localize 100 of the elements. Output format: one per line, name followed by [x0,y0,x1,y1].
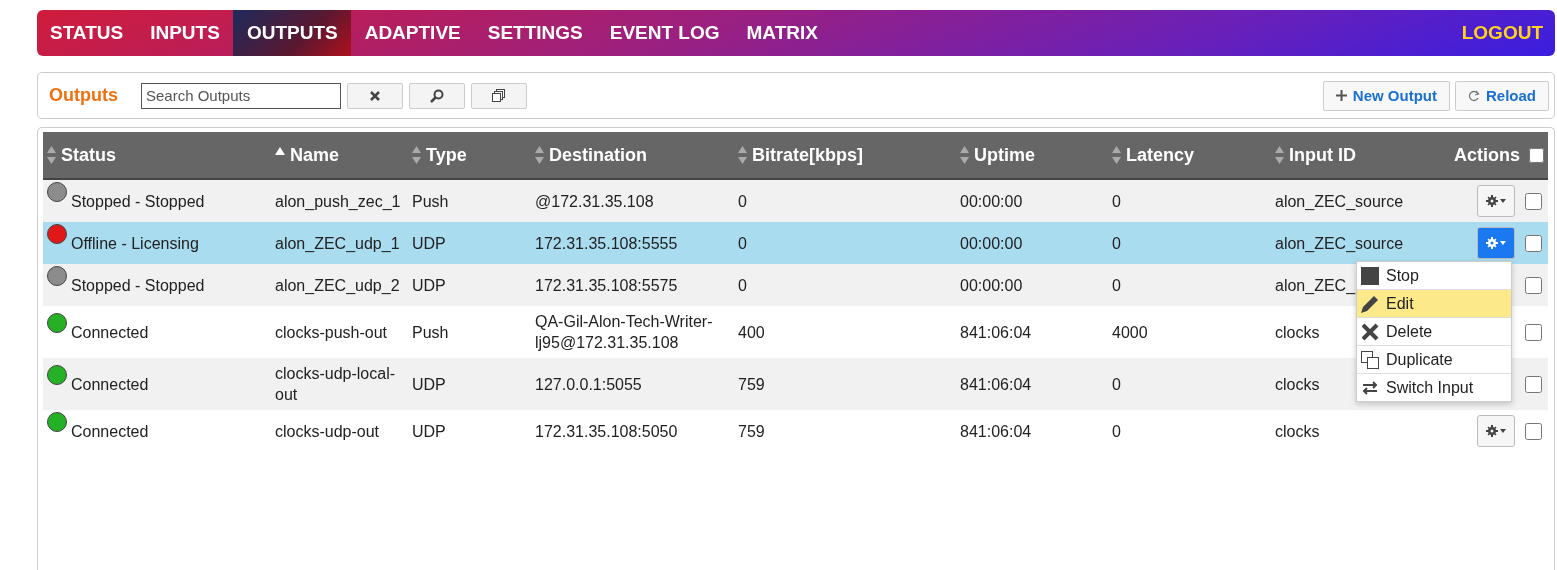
nav-tab[interactable]: EVENT LOG [596,10,734,56]
sort-icon [412,146,421,164]
input-id: alon_ZEC_ [1275,275,1356,296]
actions-dropdown-button[interactable] [1477,185,1515,217]
menu-item[interactable]: Switch Input [1357,374,1511,401]
output-type: UDP [412,421,446,442]
uptime: 841:06:04 [960,421,1032,442]
bitrate: 759 [738,374,765,395]
input-id: alon_ZEC_source [1275,233,1404,254]
search-icon [430,88,444,103]
latency: 0 [1112,421,1121,442]
destination: 172.31.35.108:5050 [535,421,678,442]
sort-ascending-icon [275,147,285,155]
new-output-button[interactable]: New Output [1322,80,1450,111]
uptime: 00:00:00 [960,233,1023,254]
table-row[interactable]: Stopped - Stopped alon_push_zec_1 Push @172.31.35.108 0 00:00:00 0 alon_ZEC_source [43,180,1548,222]
status-text: Stopped - Stopped [71,191,205,212]
column-header[interactable]: Input ID [1271,132,1446,178]
destination: QA-Gil-Alon-Tech-Writer-lj95@172.31.35.108 [535,312,714,353]
bitrate: 0 [738,191,747,212]
input-id: alon_ZEC_source [1275,191,1404,212]
destination: 172.31.35.108:5555 [535,233,678,254]
sort-icon [47,146,56,164]
latency: 0 [1112,233,1121,254]
column-header[interactable]: Latency [1108,132,1271,178]
menu-item[interactable]: Stop [1357,262,1511,290]
close-icon [370,90,380,101]
search-field[interactable]: Search Outputs [141,82,341,109]
page-title: Outputs [49,85,118,106]
output-name: clocks-push-out [275,322,388,343]
sort-icon [535,146,544,164]
copy-icon [1360,349,1380,370]
row-checkbox[interactable] [1525,234,1542,252]
nav-tab[interactable]: STATUS [37,10,137,56]
stop-square-icon [1360,265,1380,286]
nav-tab[interactable]: ADAPTIVE [351,10,475,56]
row-checkbox[interactable] [1525,422,1542,440]
output-type: UDP [412,275,446,296]
reload-button[interactable]: Reload [1455,80,1549,111]
input-id: clocks [1275,322,1320,343]
destination: @172.31.35.108 [535,191,654,212]
status-text: Connected [71,374,149,395]
output-name: clocks-udp-local-out [275,364,397,405]
pencil-icon [1360,293,1380,314]
output-type: Push [412,322,449,343]
gear-icon [1486,425,1506,437]
select-all-checkbox[interactable] [1529,147,1544,163]
destination: 127.0.0.1:5055 [535,374,642,395]
status-text: Connected [71,322,149,343]
copy-button[interactable] [471,82,527,109]
column-header[interactable]: Bitrate[kbps] [734,132,956,178]
column-header[interactable]: Destination [531,132,734,178]
input-id: clocks [1275,421,1320,442]
input-id: clocks [1275,374,1320,395]
menu-item[interactable]: Delete [1357,318,1511,346]
output-name: alon_ZEC_udp_2 [275,275,400,296]
sort-icon [1275,146,1284,164]
nav-tab[interactable]: SETTINGS [474,10,597,56]
status-text: Connected [71,421,149,442]
output-name: alon_ZEC_udp_1 [275,233,400,254]
bitrate: 759 [738,421,765,442]
column-header[interactable]: Status [43,132,271,178]
row-checkbox[interactable] [1525,323,1542,341]
gear-icon [1486,237,1506,249]
nav-tab[interactable]: INPUTS [136,10,234,56]
menu-item[interactable]: Edit [1357,290,1511,318]
row-checkbox[interactable] [1525,192,1542,210]
destination: 172.31.35.108:5575 [535,275,678,296]
copy-icon [492,88,506,103]
column-header[interactable]: Actions [1446,132,1548,178]
actions-dropdown-button[interactable] [1477,227,1515,259]
output-type: UDP [412,374,446,395]
refresh-icon [1468,89,1480,102]
status-text: Offline - Licensing [71,233,199,254]
nav-tab[interactable]: OUTPUTS [233,10,352,56]
latency: 0 [1112,275,1121,296]
column-header[interactable]: Uptime [956,132,1108,178]
x-mark-icon [1360,321,1380,342]
sort-icon [738,146,747,164]
bitrate: 0 [738,275,747,296]
nav-tab[interactable]: MATRIX [733,10,832,56]
row-checkbox[interactable] [1525,375,1542,393]
menu-item[interactable]: Duplicate [1357,346,1511,374]
search-button[interactable] [409,82,465,109]
column-header[interactable]: Type [408,132,531,178]
sort-icon [1112,146,1121,164]
uptime: 00:00:00 [960,275,1023,296]
actions-dropdown-button[interactable] [1477,415,1515,447]
output-name: clocks-udp-out [275,421,380,442]
column-header[interactable]: Name [271,132,408,178]
plus-icon [1335,90,1347,101]
output-type: UDP [412,233,446,254]
row-checkbox[interactable] [1525,276,1542,294]
bitrate: 400 [738,322,765,343]
latency: 4000 [1112,322,1148,343]
uptime: 841:06:04 [960,322,1032,343]
gear-icon [1486,195,1506,207]
logout-link[interactable]: LOGOUT [1449,10,1555,56]
clear-button[interactable] [347,82,403,109]
status-text: Stopped - Stopped [71,275,205,296]
